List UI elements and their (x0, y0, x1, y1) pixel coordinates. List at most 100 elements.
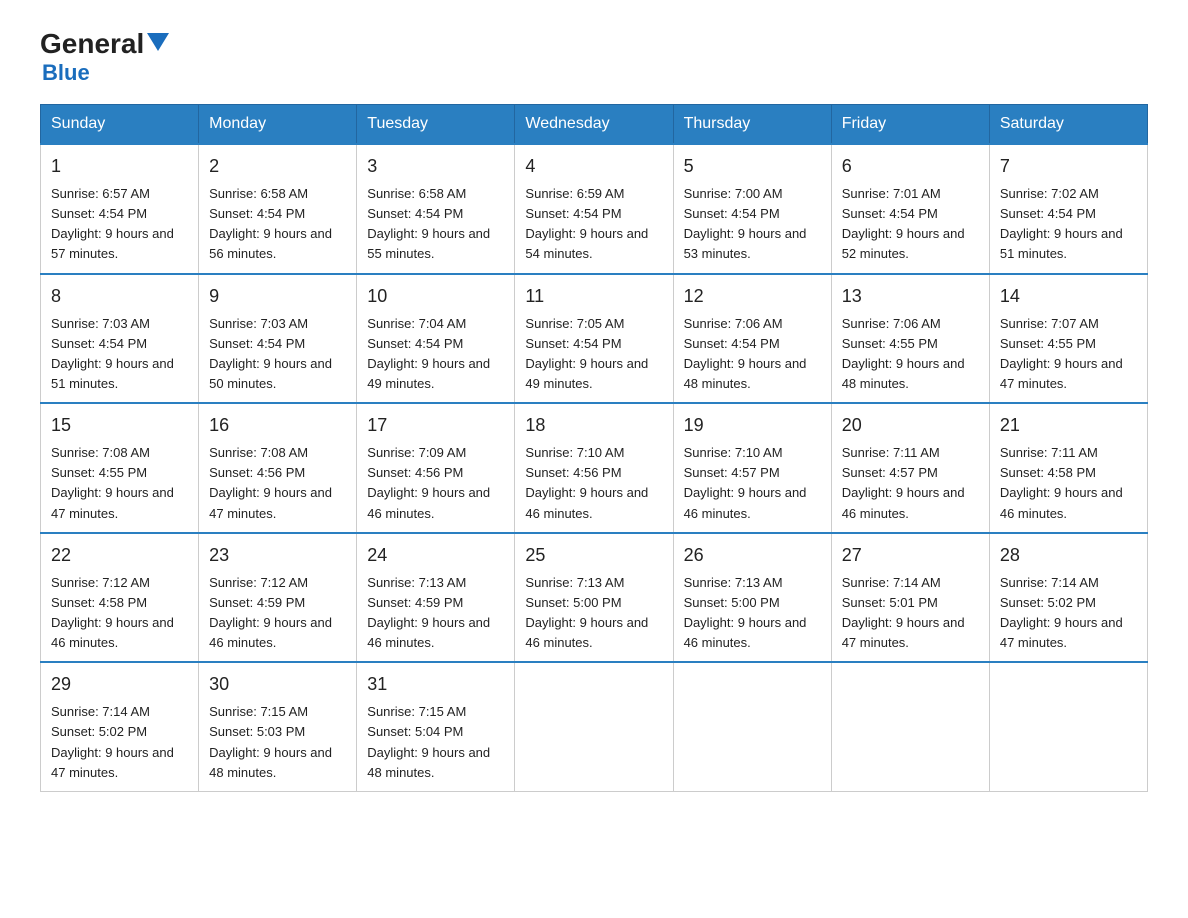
calendar-cell: 29 Sunrise: 7:14 AMSunset: 5:02 PMDayligh… (41, 662, 199, 791)
day-info: Sunrise: 7:07 AMSunset: 4:55 PMDaylight:… (1000, 314, 1137, 395)
col-header-tuesday: Tuesday (357, 105, 515, 145)
day-number: 17 (367, 412, 504, 439)
calendar-cell: 8 Sunrise: 7:03 AMSunset: 4:54 PMDaylight… (41, 274, 199, 404)
day-info: Sunrise: 7:13 AMSunset: 5:00 PMDaylight:… (684, 573, 821, 654)
col-header-friday: Friday (831, 105, 989, 145)
day-number: 30 (209, 671, 346, 698)
day-number: 24 (367, 542, 504, 569)
calendar-cell (673, 662, 831, 791)
calendar-cell: 6 Sunrise: 7:01 AMSunset: 4:54 PMDaylight… (831, 144, 989, 274)
day-info: Sunrise: 7:01 AMSunset: 4:54 PMDaylight:… (842, 184, 979, 265)
day-info: Sunrise: 7:13 AMSunset: 5:00 PMDaylight:… (525, 573, 662, 654)
day-number: 15 (51, 412, 188, 439)
day-info: Sunrise: 7:00 AMSunset: 4:54 PMDaylight:… (684, 184, 821, 265)
calendar-cell: 7 Sunrise: 7:02 AMSunset: 4:54 PMDaylight… (989, 144, 1147, 274)
day-info: Sunrise: 7:10 AMSunset: 4:56 PMDaylight:… (525, 443, 662, 524)
day-info: Sunrise: 7:11 AMSunset: 4:57 PMDaylight:… (842, 443, 979, 524)
calendar-cell: 27 Sunrise: 7:14 AMSunset: 5:01 PMDayligh… (831, 533, 989, 663)
calendar-header-row: SundayMondayTuesdayWednesdayThursdayFrid… (41, 105, 1148, 145)
day-info: Sunrise: 7:02 AMSunset: 4:54 PMDaylight:… (1000, 184, 1137, 265)
day-number: 2 (209, 153, 346, 180)
day-number: 4 (525, 153, 662, 180)
day-info: Sunrise: 6:57 AMSunset: 4:54 PMDaylight:… (51, 184, 188, 265)
day-number: 10 (367, 283, 504, 310)
calendar-cell: 28 Sunrise: 7:14 AMSunset: 5:02 PMDayligh… (989, 533, 1147, 663)
day-number: 19 (684, 412, 821, 439)
calendar-cell: 16Sunrise: 7:08 AMSunset: 4:56 PMDayligh… (199, 403, 357, 533)
calendar-cell: 14 Sunrise: 7:07 AMSunset: 4:55 PMDayligh… (989, 274, 1147, 404)
day-number: 9 (209, 283, 346, 310)
calendar-cell: 22 Sunrise: 7:12 AMSunset: 4:58 PMDayligh… (41, 533, 199, 663)
calendar-cell: 20 Sunrise: 7:11 AMSunset: 4:57 PMDayligh… (831, 403, 989, 533)
calendar-cell: 4 Sunrise: 6:59 AMSunset: 4:54 PMDaylight… (515, 144, 673, 274)
day-info: Sunrise: 7:08 AMSunset: 4:55 PMDaylight:… (51, 443, 188, 524)
day-number: 3 (367, 153, 504, 180)
day-info: Sunrise: 7:04 AMSunset: 4:54 PMDaylight:… (367, 314, 504, 395)
day-info: Sunrise: 7:15 AMSunset: 5:04 PMDaylight:… (367, 702, 504, 783)
day-number: 27 (842, 542, 979, 569)
calendar-cell (989, 662, 1147, 791)
calendar-cell: 11 Sunrise: 7:05 AMSunset: 4:54 PMDayligh… (515, 274, 673, 404)
day-number: 18 (525, 412, 662, 439)
day-info: Sunrise: 7:03 AMSunset: 4:54 PMDaylight:… (51, 314, 188, 395)
col-header-thursday: Thursday (673, 105, 831, 145)
week-row-5: 29 Sunrise: 7:14 AMSunset: 5:02 PMDayligh… (41, 662, 1148, 791)
day-info: Sunrise: 7:14 AMSunset: 5:02 PMDaylight:… (1000, 573, 1137, 654)
calendar-cell: 24 Sunrise: 7:13 AMSunset: 4:59 PMDayligh… (357, 533, 515, 663)
day-info: Sunrise: 7:06 AMSunset: 4:55 PMDaylight:… (842, 314, 979, 395)
calendar-cell: 31 Sunrise: 7:15 AMSunset: 5:04 PMDayligh… (357, 662, 515, 791)
day-info: Sunrise: 7:06 AMSunset: 4:54 PMDaylight:… (684, 314, 821, 395)
day-info: Sunrise: 7:03 AMSunset: 4:54 PMDaylight:… (209, 314, 346, 395)
calendar-cell: 15 Sunrise: 7:08 AMSunset: 4:55 PMDayligh… (41, 403, 199, 533)
calendar-cell: 17 Sunrise: 7:09 AMSunset: 4:56 PMDayligh… (357, 403, 515, 533)
day-info: Sunrise: 7:09 AMSunset: 4:56 PMDaylight:… (367, 443, 504, 524)
day-number: 29 (51, 671, 188, 698)
calendar-cell: 13 Sunrise: 7:06 AMSunset: 4:55 PMDayligh… (831, 274, 989, 404)
day-number: 6 (842, 153, 979, 180)
col-header-monday: Monday (199, 105, 357, 145)
calendar-cell: 18 Sunrise: 7:10 AMSunset: 4:56 PMDayligh… (515, 403, 673, 533)
day-info: Sunrise: 7:05 AMSunset: 4:54 PMDaylight:… (525, 314, 662, 395)
day-number: 13 (842, 283, 979, 310)
day-number: 22 (51, 542, 188, 569)
calendar-cell: 1 Sunrise: 6:57 AMSunset: 4:54 PMDaylight… (41, 144, 199, 274)
day-info: Sunrise: 7:13 AMSunset: 4:59 PMDaylight:… (367, 573, 504, 654)
day-info: Sunrise: 7:10 AMSunset: 4:57 PMDaylight:… (684, 443, 821, 524)
day-number: 5 (684, 153, 821, 180)
day-number: 25 (525, 542, 662, 569)
logo-blue: Blue (42, 60, 90, 86)
day-info: Sunrise: 7:12 AMSunset: 4:59 PMDaylight:… (209, 573, 346, 654)
day-info: Sunrise: 7:14 AMSunset: 5:02 PMDaylight:… (51, 702, 188, 783)
logo-triangle-icon (147, 33, 169, 51)
day-info: Sunrise: 6:58 AMSunset: 4:54 PMDaylight:… (367, 184, 504, 265)
week-row-1: 1 Sunrise: 6:57 AMSunset: 4:54 PMDaylight… (41, 144, 1148, 274)
logo: General Blue (40, 30, 169, 86)
day-info: Sunrise: 7:14 AMSunset: 5:01 PMDaylight:… (842, 573, 979, 654)
day-number: 1 (51, 153, 188, 180)
day-info: Sunrise: 6:58 AMSunset: 4:54 PMDaylight:… (209, 184, 346, 265)
calendar-cell: 12 Sunrise: 7:06 AMSunset: 4:54 PMDayligh… (673, 274, 831, 404)
day-number: 14 (1000, 283, 1137, 310)
day-number: 23 (209, 542, 346, 569)
calendar-cell: 5 Sunrise: 7:00 AMSunset: 4:54 PMDaylight… (673, 144, 831, 274)
col-header-wednesday: Wednesday (515, 105, 673, 145)
day-info: Sunrise: 7:12 AMSunset: 4:58 PMDaylight:… (51, 573, 188, 654)
day-info: Sunrise: 7:11 AMSunset: 4:58 PMDaylight:… (1000, 443, 1137, 524)
calendar-cell: 19 Sunrise: 7:10 AMSunset: 4:57 PMDayligh… (673, 403, 831, 533)
calendar-cell: 26Sunrise: 7:13 AMSunset: 5:00 PMDayligh… (673, 533, 831, 663)
calendar-cell: 30Sunrise: 7:15 AMSunset: 5:03 PMDayligh… (199, 662, 357, 791)
day-number: 21 (1000, 412, 1137, 439)
day-number: 28 (1000, 542, 1137, 569)
calendar-cell: 25 Sunrise: 7:13 AMSunset: 5:00 PMDayligh… (515, 533, 673, 663)
day-number: 12 (684, 283, 821, 310)
week-row-4: 22 Sunrise: 7:12 AMSunset: 4:58 PMDayligh… (41, 533, 1148, 663)
day-number: 20 (842, 412, 979, 439)
day-number: 8 (51, 283, 188, 310)
day-number: 11 (525, 283, 662, 310)
day-number: 31 (367, 671, 504, 698)
day-info: Sunrise: 6:59 AMSunset: 4:54 PMDaylight:… (525, 184, 662, 265)
logo-general: General (40, 30, 144, 58)
calendar-cell (831, 662, 989, 791)
calendar-table: SundayMondayTuesdayWednesdayThursdayFrid… (40, 104, 1148, 792)
day-number: 7 (1000, 153, 1137, 180)
